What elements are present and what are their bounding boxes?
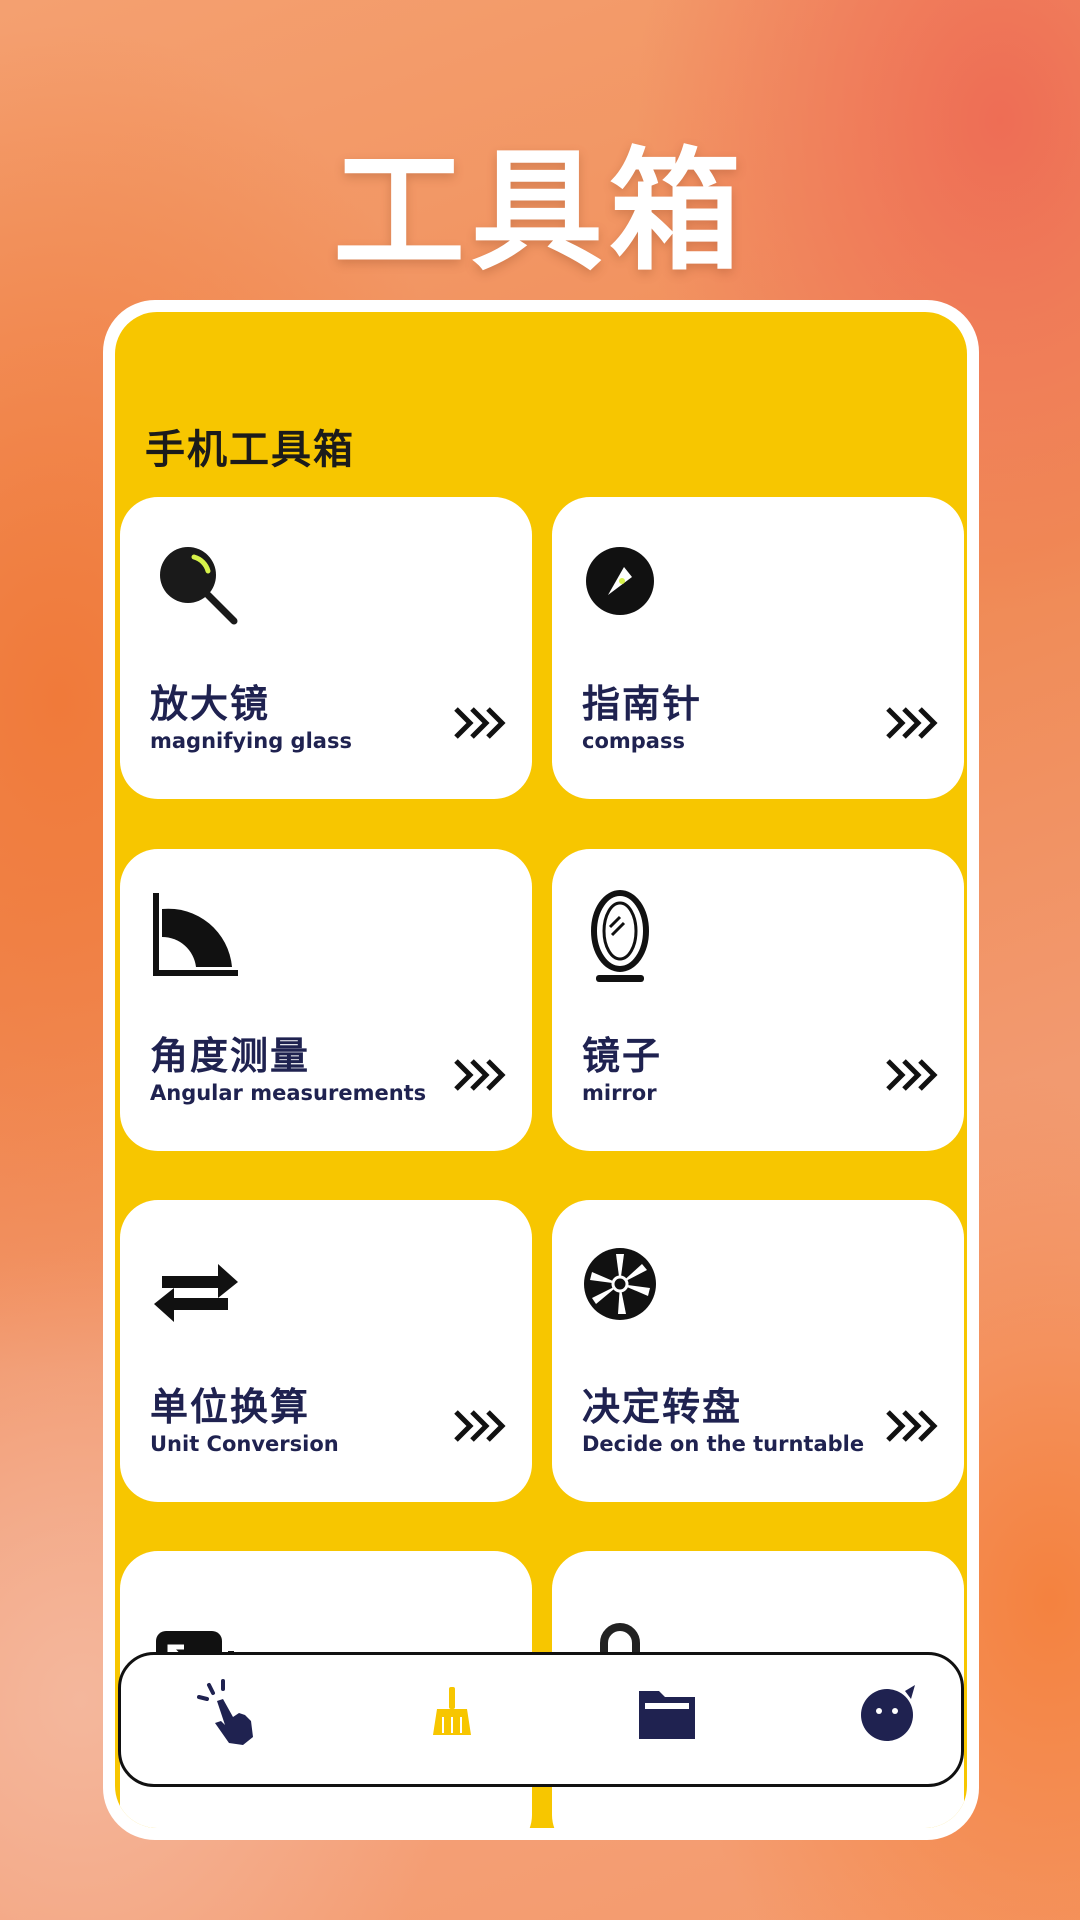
compass-icon — [586, 547, 654, 615]
tool-subtitle: magnifying glass — [150, 729, 352, 753]
tool-card-mirror[interactable]: 镜子 mirror — [552, 849, 964, 1151]
folder-icon[interactable] — [633, 1677, 703, 1747]
tool-card-turntable[interactable]: 决定转盘 Decide on the turntable — [552, 1200, 964, 1502]
swap-arrows-icon — [154, 1264, 238, 1322]
chevrons-right-icon — [886, 1059, 938, 1091]
tool-subtitle: mirror — [582, 1081, 657, 1105]
mirror-icon — [591, 890, 649, 982]
turntable-icon — [584, 1248, 656, 1320]
tool-name: 单位换算 — [150, 1385, 311, 1429]
tool-card-unit-conversion[interactable]: 单位换算 Unit Conversion — [120, 1200, 532, 1502]
chevrons-right-icon — [454, 707, 506, 739]
tool-subtitle: Decide on the turntable — [582, 1432, 865, 1456]
app-screen: 手机工具箱 放大镜 magnifying glass 指南针 compass 角… — [115, 312, 967, 1828]
phone-frame: 手机工具箱 放大镜 magnifying glass 指南针 compass 角… — [103, 300, 979, 1840]
tool-name: 镜子 — [582, 1034, 663, 1078]
magnifier-icon — [160, 547, 238, 625]
chevrons-right-icon — [454, 1410, 506, 1442]
chat-face-icon[interactable] — [853, 1677, 923, 1747]
broom-icon[interactable] — [413, 1677, 483, 1747]
tool-subtitle: Angular measurements — [150, 1081, 427, 1105]
tool-name: 决定转盘 — [582, 1385, 743, 1429]
tool-card-compass[interactable]: 指南针 compass — [552, 497, 964, 799]
chevrons-right-icon — [454, 1059, 506, 1091]
chevrons-right-icon — [886, 707, 938, 739]
chevrons-right-icon — [886, 1410, 938, 1442]
tool-card-angle[interactable]: 角度测量 Angular measurements — [120, 849, 532, 1151]
tool-card-magnifier[interactable]: 放大镜 magnifying glass — [120, 497, 532, 799]
tap-hand-icon[interactable] — [193, 1677, 263, 1747]
bottom-nav-bar — [118, 1652, 964, 1787]
tool-name: 放大镜 — [150, 682, 271, 726]
page-title: 手机工具箱 — [145, 427, 355, 473]
tool-name: 角度测量 — [150, 1034, 311, 1078]
tool-subtitle: Unit Conversion — [150, 1432, 339, 1456]
tool-subtitle: compass — [582, 729, 685, 753]
tool-name: 指南针 — [582, 682, 703, 726]
hero-title: 工具箱 — [333, 135, 747, 289]
protractor-icon — [153, 893, 238, 976]
